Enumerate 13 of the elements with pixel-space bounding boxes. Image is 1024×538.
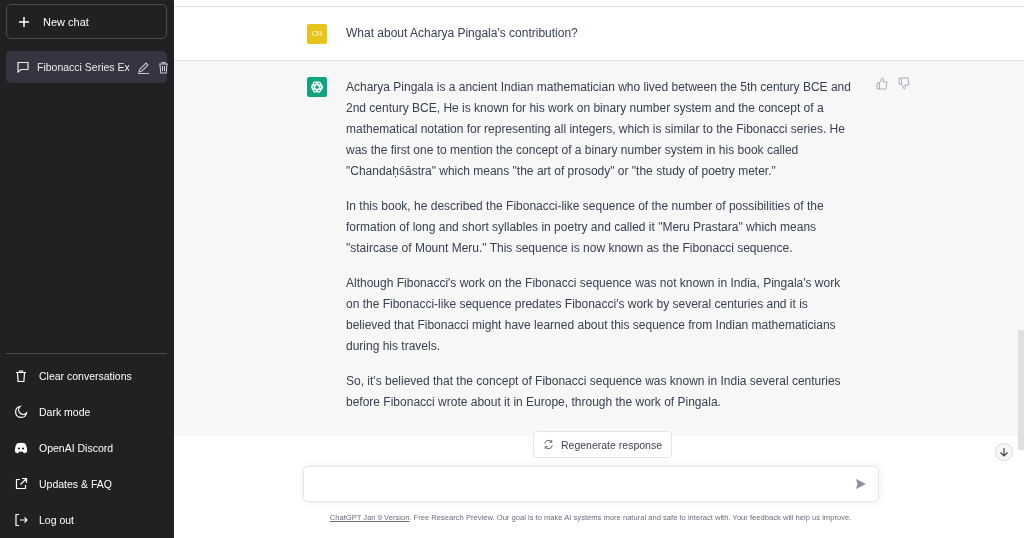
conversation-item[interactable]: Fibonacci Series Ex bbox=[6, 51, 167, 83]
menu-item[interactable]: Log out bbox=[6, 502, 167, 538]
message-text: What about Acharya Pingala's contribution? bbox=[346, 25, 579, 42]
message-paragraph: Although Fibonacci's work on the Fibonacci sequence was not known in India, Pingala's work on the Fibonacci-like sequence predates Fibonacci's work by several centuries and it is believed that Fibonacci might have learned about this sequence from Indian mathematicians during his travels. bbox=[346, 275, 842, 355]
message-paragraph: Acharya Pingala is a ancient Indian mathematician who lived between the 5th century BCE and 2nd century BCE, He is known for his work on binary number system and the concept of a mathematical notation for representing all integers, which is similar to the Fibonacci series. He was the first one to mention the concept of a binary number system in his book called "Chandaḥśāstra" which means "the art of prosody" or "the study of poetry meter." bbox=[346, 79, 851, 180]
menu-item[interactable]: Updates & FAQ bbox=[6, 466, 167, 502]
message-paragraph: So, it's believed that the concept of Fibonacci sequence was known in India several centuries before Fibonacci wrote about it in Europe, through the work of Pingala. bbox=[346, 373, 842, 411]
menu-item[interactable]: Dark mode bbox=[6, 394, 167, 430]
regenerate-button[interactable]: Regenerate response bbox=[533, 431, 672, 458]
menu-item[interactable]: Clear conversations bbox=[6, 358, 167, 394]
new-chat-button[interactable]: New chat bbox=[6, 4, 167, 39]
message-paragraph: In this book, he described the Fibonacci-like sequence of the number of possibilities of the formation of long and short syllables in poetry and called it "Meru Prastara" which means "staircase of Mount Meru." This sequence is now known as the Fibonacci sequence. bbox=[346, 198, 825, 257]
menu-item[interactable]: OpenAI Discord bbox=[6, 430, 167, 466]
